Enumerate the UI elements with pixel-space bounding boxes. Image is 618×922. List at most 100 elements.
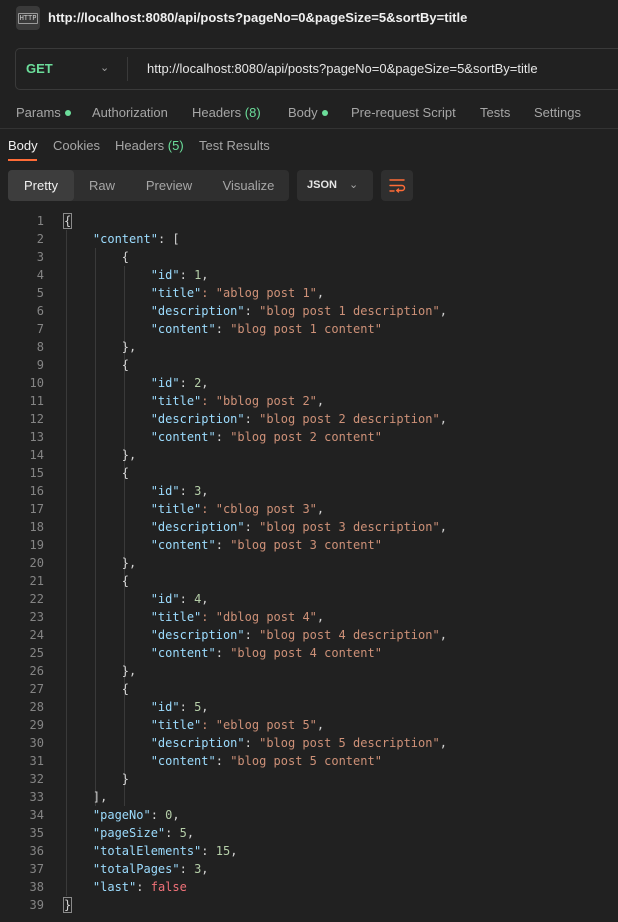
- wrap-lines-button[interactable]: [381, 170, 413, 201]
- code-line: 38 "last": false: [0, 878, 618, 896]
- line-number: 34: [29, 808, 44, 822]
- line-number: 8: [36, 340, 44, 354]
- line-number: 3: [36, 250, 44, 264]
- line-number: 28: [29, 700, 44, 714]
- format-select[interactable]: JSON ⌄: [297, 170, 373, 201]
- active-dot: [64, 109, 71, 116]
- code-line: 28 "id": 5,: [0, 698, 618, 716]
- code-line: 34 "pageNo": 0,: [0, 806, 618, 824]
- code-text: },: [64, 340, 137, 354]
- code-text: {: [64, 466, 130, 480]
- code-line: 29 "title": "eblog post 5",: [0, 716, 618, 734]
- code-line: 24 "description": "blog post 4 descripti…: [0, 626, 618, 644]
- line-number: 17: [29, 502, 44, 516]
- url-input[interactable]: http://localhost:8080/api/posts?pageNo=0…: [147, 61, 538, 76]
- code-text: "title": "cblog post 3",: [150, 502, 325, 516]
- line-number: 24: [29, 628, 44, 642]
- chevron-down-icon: ⌄: [349, 179, 359, 191]
- view-pretty[interactable]: Pretty: [8, 170, 74, 201]
- code-text: "totalElements": 15,: [92, 844, 238, 858]
- url-bar: GET ⌄ http://localhost:8080/api/posts?pa…: [15, 48, 618, 90]
- code-line: 21 {: [0, 572, 618, 590]
- code-line: 1{: [0, 212, 618, 230]
- line-number: 36: [29, 844, 44, 858]
- line-number: 11: [29, 394, 44, 408]
- line-number: 25: [29, 646, 44, 660]
- code-line: 33 ],: [0, 788, 618, 806]
- view-preview[interactable]: Preview: [130, 170, 208, 201]
- line-number: 32: [29, 772, 44, 786]
- code-text: "last": false: [92, 880, 187, 894]
- code-text: "id": 4,: [150, 592, 209, 606]
- code-text: "pageSize": 5,: [92, 826, 195, 840]
- code-line: 6 "description": "blog post 1 descriptio…: [0, 302, 618, 320]
- tab-pre-request-script[interactable]: Pre-request Script: [351, 105, 456, 120]
- tab-tests[interactable]: Tests: [480, 105, 510, 120]
- view-visualize[interactable]: Visualize: [208, 170, 289, 201]
- response-tabs: Body Cookies Headers (5) Test Results: [0, 131, 618, 161]
- line-number: 30: [29, 736, 44, 750]
- format-label: JSON: [307, 179, 337, 191]
- tab-headers[interactable]: Headers (8): [192, 105, 261, 120]
- code-text: "id": 5,: [150, 700, 209, 714]
- code-line: 2 "content": [: [0, 230, 618, 248]
- method-select[interactable]: GET: [26, 61, 53, 76]
- tab-cookies[interactable]: Cookies: [53, 138, 100, 153]
- line-number: 26: [29, 664, 44, 678]
- line-number: 20: [29, 556, 44, 570]
- view-raw[interactable]: Raw: [74, 170, 130, 201]
- tab-response-body[interactable]: Body: [8, 138, 38, 153]
- tab-authorization[interactable]: Authorization: [92, 105, 168, 120]
- line-number: 2: [36, 232, 44, 246]
- code-line: 9 {: [0, 356, 618, 374]
- code-text: }: [62, 897, 73, 913]
- code-text: "title": "ablog post 1",: [150, 286, 325, 300]
- code-text: "title": "dblog post 4",: [150, 610, 325, 624]
- code-line: 12 "description": "blog post 2 descripti…: [0, 410, 618, 428]
- code-line: 13 "content": "blog post 2 content": [0, 428, 618, 446]
- line-number: 33: [29, 790, 44, 804]
- code-text: {: [62, 213, 73, 229]
- line-number: 16: [29, 484, 44, 498]
- tab-settings[interactable]: Settings: [534, 105, 581, 120]
- code-text: ],: [64, 790, 108, 804]
- code-text: "description": "blog post 5 description"…: [150, 736, 447, 750]
- line-number: 5: [36, 286, 44, 300]
- line-number: 38: [29, 880, 44, 894]
- code-text: "title": "bblog post 2",: [150, 394, 325, 408]
- line-number: 15: [29, 466, 44, 480]
- code-text: },: [64, 448, 137, 462]
- code-line: 36 "totalElements": 15,: [0, 842, 618, 860]
- code-line: 20 },: [0, 554, 618, 572]
- line-number: 6: [36, 304, 44, 318]
- chevron-down-icon[interactable]: ⌄: [100, 61, 109, 74]
- code-line: 11 "title": "bblog post 2",: [0, 392, 618, 410]
- code-line: 37 "totalPages": 3,: [0, 860, 618, 878]
- code-text: "content": "blog post 2 content": [150, 430, 382, 444]
- code-text: },: [64, 664, 137, 678]
- tab-test-results[interactable]: Test Results: [199, 138, 270, 153]
- code-line: 39}: [0, 896, 618, 914]
- code-line: 32 }: [0, 770, 618, 788]
- code-line: 30 "description": "blog post 5 descripti…: [0, 734, 618, 752]
- code-line: 23 "title": "dblog post 4",: [0, 608, 618, 626]
- line-number: 18: [29, 520, 44, 534]
- active-dot: [321, 109, 328, 116]
- view-mode-selector: Pretty Raw Preview Visualize: [8, 170, 289, 201]
- line-number: 14: [29, 448, 44, 462]
- line-number: 39: [29, 898, 44, 912]
- tab-response-headers[interactable]: Headers (5): [115, 138, 184, 153]
- code-line: 31 "content": "blog post 5 content": [0, 752, 618, 770]
- tab-body[interactable]: Body: [288, 105, 328, 120]
- code-text: "pageNo": 0,: [92, 808, 180, 822]
- line-number: 9: [36, 358, 44, 372]
- line-number: 23: [29, 610, 44, 624]
- code-text: {: [64, 574, 130, 588]
- code-line: 18 "description": "blog post 3 descripti…: [0, 518, 618, 536]
- code-text: }: [64, 772, 130, 786]
- title-bar: HTTP http://localhost:8080/api/posts?pag…: [0, 0, 618, 36]
- tab-params[interactable]: Params: [16, 105, 71, 120]
- code-text: "content": [: [92, 232, 180, 246]
- code-line: 3 {: [0, 248, 618, 266]
- code-line: 7 "content": "blog post 1 content": [0, 320, 618, 338]
